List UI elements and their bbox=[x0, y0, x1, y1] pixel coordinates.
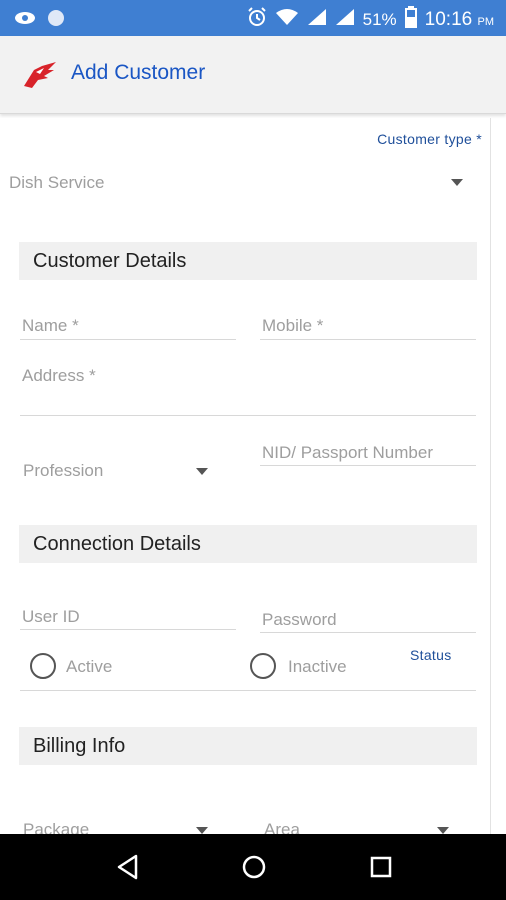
profession-dropdown[interactable]: Profession bbox=[20, 454, 220, 488]
package-placeholder: Package bbox=[23, 820, 90, 834]
circle-notification-icon bbox=[46, 8, 66, 33]
mobile-placeholder: Mobile * bbox=[262, 316, 324, 335]
password-placeholder: Password bbox=[262, 610, 337, 629]
area-placeholder: Area bbox=[264, 820, 300, 834]
password-field[interactable]: Password bbox=[260, 605, 476, 633]
status-underline bbox=[20, 690, 476, 691]
nid-placeholder: NID/ Passport Number bbox=[262, 443, 433, 462]
active-radio[interactable]: Active bbox=[30, 652, 130, 682]
password-underline bbox=[260, 632, 476, 633]
user-id-underline bbox=[20, 629, 236, 630]
address-underline bbox=[20, 415, 476, 416]
active-label: Active bbox=[66, 657, 113, 676]
page-title: Add Customer bbox=[71, 61, 206, 84]
user-id-placeholder: User ID bbox=[22, 607, 80, 626]
section-title: Customer Details bbox=[33, 250, 187, 272]
nid-underline bbox=[260, 465, 476, 466]
signal-icon bbox=[307, 8, 327, 31]
section-title: Connection Details bbox=[33, 533, 201, 555]
nid-passport-field[interactable]: NID/ Passport Number bbox=[260, 438, 476, 466]
form-container: Customer type * Dish Service Customer De… bbox=[0, 118, 491, 834]
radio-unchecked-icon bbox=[30, 653, 56, 679]
billing-info-header: Billing Info bbox=[19, 727, 477, 765]
alarm-icon bbox=[247, 7, 267, 32]
connection-details-header: Connection Details bbox=[19, 525, 477, 563]
address-placeholder: Address * bbox=[22, 366, 96, 385]
inactive-radio[interactable]: Inactive bbox=[250, 652, 370, 682]
wifi-icon bbox=[275, 8, 299, 31]
customer-details-header: Customer Details bbox=[19, 242, 477, 280]
mobile-field[interactable]: Mobile * bbox=[260, 310, 476, 340]
user-id-field[interactable]: User ID bbox=[20, 602, 236, 630]
clock: 10:16 PM bbox=[425, 9, 494, 31]
customer-type-value: Dish Service bbox=[9, 173, 105, 192]
chevron-down-icon bbox=[437, 827, 449, 834]
clock-ampm: PM bbox=[477, 15, 495, 28]
radio-unchecked-icon bbox=[250, 653, 276, 679]
address-field[interactable]: Address * bbox=[20, 360, 476, 416]
status-bar: 51% 10:16 PM bbox=[0, 0, 506, 36]
name-placeholder: Name * bbox=[22, 316, 79, 335]
customer-type-label: Customer type * bbox=[377, 131, 482, 147]
section-title: Billing Info bbox=[33, 735, 126, 757]
package-dropdown[interactable]: Package bbox=[20, 816, 220, 834]
profession-placeholder: Profession bbox=[23, 461, 104, 480]
clock-time: 10:16 bbox=[424, 8, 473, 30]
area-dropdown[interactable]: Area bbox=[262, 816, 462, 834]
eye-icon bbox=[14, 10, 36, 31]
mobile-underline bbox=[260, 339, 476, 340]
name-underline bbox=[20, 339, 236, 340]
home-circle-icon[interactable] bbox=[241, 854, 267, 885]
recents-square-icon[interactable] bbox=[369, 854, 393, 885]
chevron-down-icon bbox=[196, 827, 208, 834]
back-triangle-icon[interactable] bbox=[116, 854, 140, 885]
battery-icon bbox=[404, 6, 417, 33]
navigation-bar bbox=[0, 834, 506, 900]
eagle-logo-icon bbox=[22, 60, 58, 90]
customer-type-dropdown[interactable]: Dish Service bbox=[0, 162, 490, 202]
inactive-label: Inactive bbox=[288, 657, 347, 676]
chevron-down-icon bbox=[196, 468, 208, 475]
status-label: Status bbox=[410, 647, 452, 663]
signal-icon-2 bbox=[335, 8, 355, 31]
app-bar: Add Customer bbox=[0, 36, 506, 114]
name-field[interactable]: Name * bbox=[20, 310, 236, 340]
battery-percent: 51% bbox=[362, 9, 397, 29]
chevron-down-icon bbox=[451, 179, 463, 186]
